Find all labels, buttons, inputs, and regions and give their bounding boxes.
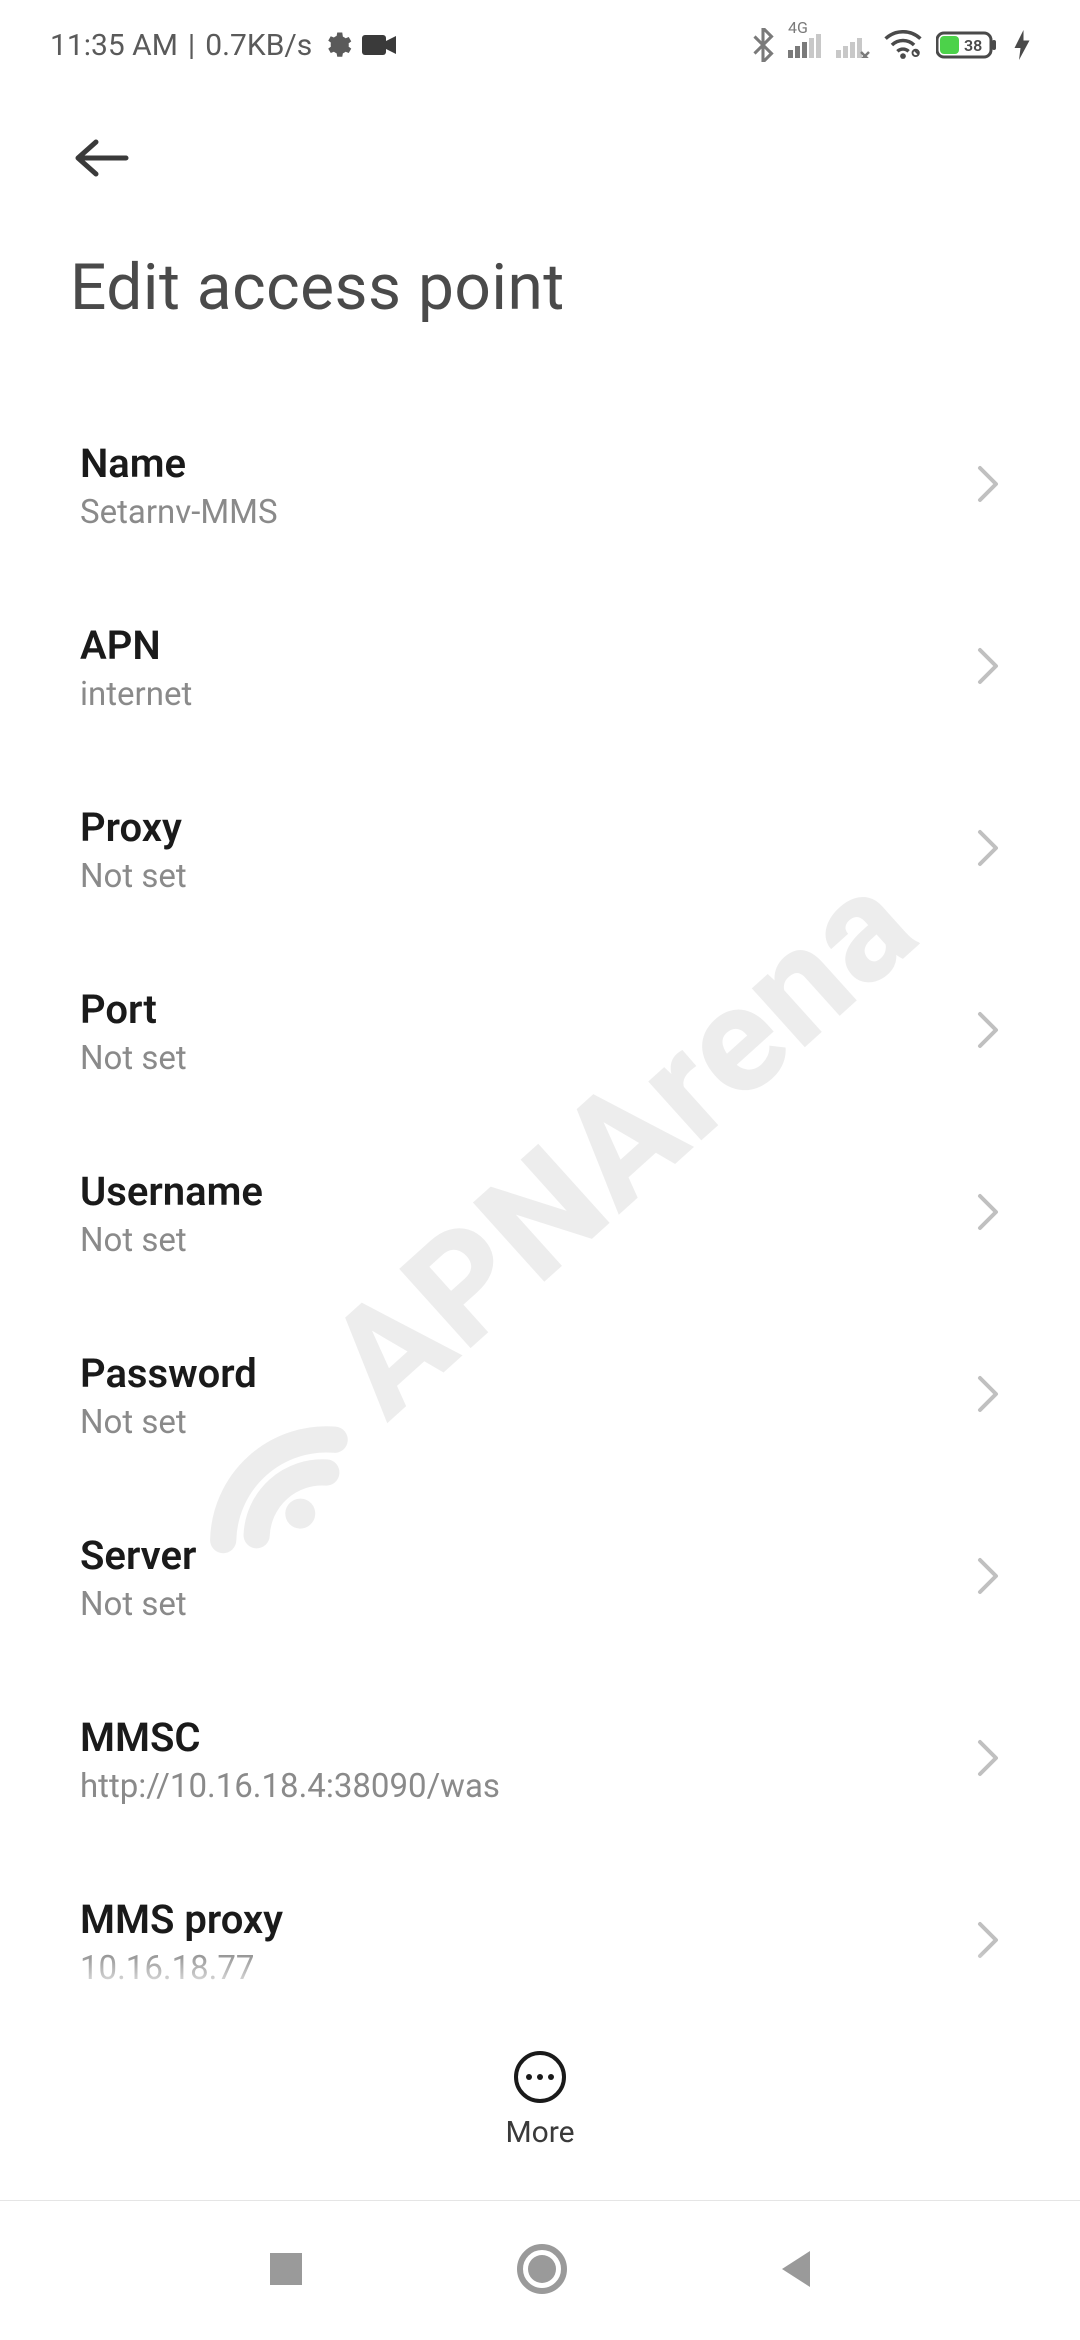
apn-field-username[interactable]: Username Not set <box>80 1123 1000 1305</box>
field-label: Port <box>80 986 187 1033</box>
apn-field-password[interactable]: Password Not set <box>80 1305 1000 1487</box>
apn-field-server[interactable]: Server Not set <box>80 1487 1000 1669</box>
status-net-speed: 0.7KB/s <box>205 28 312 63</box>
field-label: MMSC <box>80 1714 500 1761</box>
battery-icon: 38 <box>936 30 1000 60</box>
signal-4g-icon: 4G <box>788 32 822 58</box>
chevron-right-icon <box>976 1374 1000 1418</box>
chevron-right-icon <box>976 1556 1000 1600</box>
chevron-right-icon <box>976 1192 1000 1236</box>
arrow-left-icon <box>70 136 134 180</box>
page-title: Edit access point <box>70 250 1010 325</box>
field-value: Not set <box>80 1403 257 1442</box>
android-nav-bar <box>0 2200 1080 2340</box>
nav-recent-button[interactable] <box>264 2247 308 2295</box>
field-value: Not set <box>80 1039 187 1078</box>
status-time: 11:35 AM <box>50 28 178 63</box>
status-right: 4G <box>752 28 1030 62</box>
more-label: More <box>505 2115 574 2150</box>
apn-field-name[interactable]: Name Setarnv-MMS <box>80 395 1000 577</box>
wifi-icon <box>884 30 922 60</box>
chevron-right-icon <box>976 828 1000 872</box>
header: Edit access point <box>0 80 1080 325</box>
field-value: internet <box>80 675 192 714</box>
apn-field-mms-proxy[interactable]: MMS proxy 10.16.18.77 <box>80 1851 1000 2033</box>
field-value: Not set <box>80 857 187 896</box>
svg-text:38: 38 <box>964 36 982 55</box>
field-label: Username <box>80 1168 263 1215</box>
video-camera-icon <box>362 33 396 57</box>
apn-field-proxy[interactable]: Proxy Not set <box>80 759 1000 941</box>
more-horizontal-icon <box>514 2051 566 2103</box>
settings-list: Name Setarnv-MMS APN internet Proxy Not … <box>0 325 1080 2033</box>
chevron-right-icon <box>976 1920 1000 1964</box>
status-divider: | <box>188 28 195 63</box>
nav-home-button[interactable] <box>515 2242 569 2300</box>
signal-secondary-icon <box>836 32 870 58</box>
field-value: Not set <box>80 1221 263 1260</box>
nav-back-button[interactable] <box>776 2247 816 2295</box>
status-left: 11:35 AM | 0.7KB/s <box>50 28 396 63</box>
field-label: Proxy <box>80 804 187 851</box>
square-icon <box>264 2247 308 2291</box>
charging-bolt-icon <box>1014 30 1030 60</box>
chevron-right-icon <box>976 646 1000 690</box>
status-bar: 11:35 AM | 0.7KB/s 4G <box>0 0 1080 80</box>
field-label: Name <box>80 440 278 487</box>
field-value: Setarnv-MMS <box>80 493 278 532</box>
gear-icon <box>322 30 352 60</box>
back-button[interactable] <box>70 136 134 184</box>
triangle-left-icon <box>776 2247 816 2291</box>
apn-field-port[interactable]: Port Not set <box>80 941 1000 1123</box>
field-label: Server <box>80 1532 196 1579</box>
chevron-right-icon <box>976 1738 1000 1782</box>
chevron-right-icon <box>976 464 1000 508</box>
circle-icon <box>515 2242 569 2296</box>
more-button[interactable]: More <box>0 2051 1080 2150</box>
field-label: APN <box>80 622 192 669</box>
field-value: 10.16.18.77 <box>80 1949 283 1988</box>
chevron-right-icon <box>976 1010 1000 1054</box>
field-label: MMS proxy <box>80 1896 283 1943</box>
field-value: http://10.16.18.4:38090/was <box>80 1767 500 1806</box>
apn-field-mmsc[interactable]: MMSC http://10.16.18.4:38090/was <box>80 1669 1000 1851</box>
apn-field-apn[interactable]: APN internet <box>80 577 1000 759</box>
field-label: Password <box>80 1350 257 1397</box>
bluetooth-icon <box>752 28 774 62</box>
field-value: Not set <box>80 1585 196 1624</box>
